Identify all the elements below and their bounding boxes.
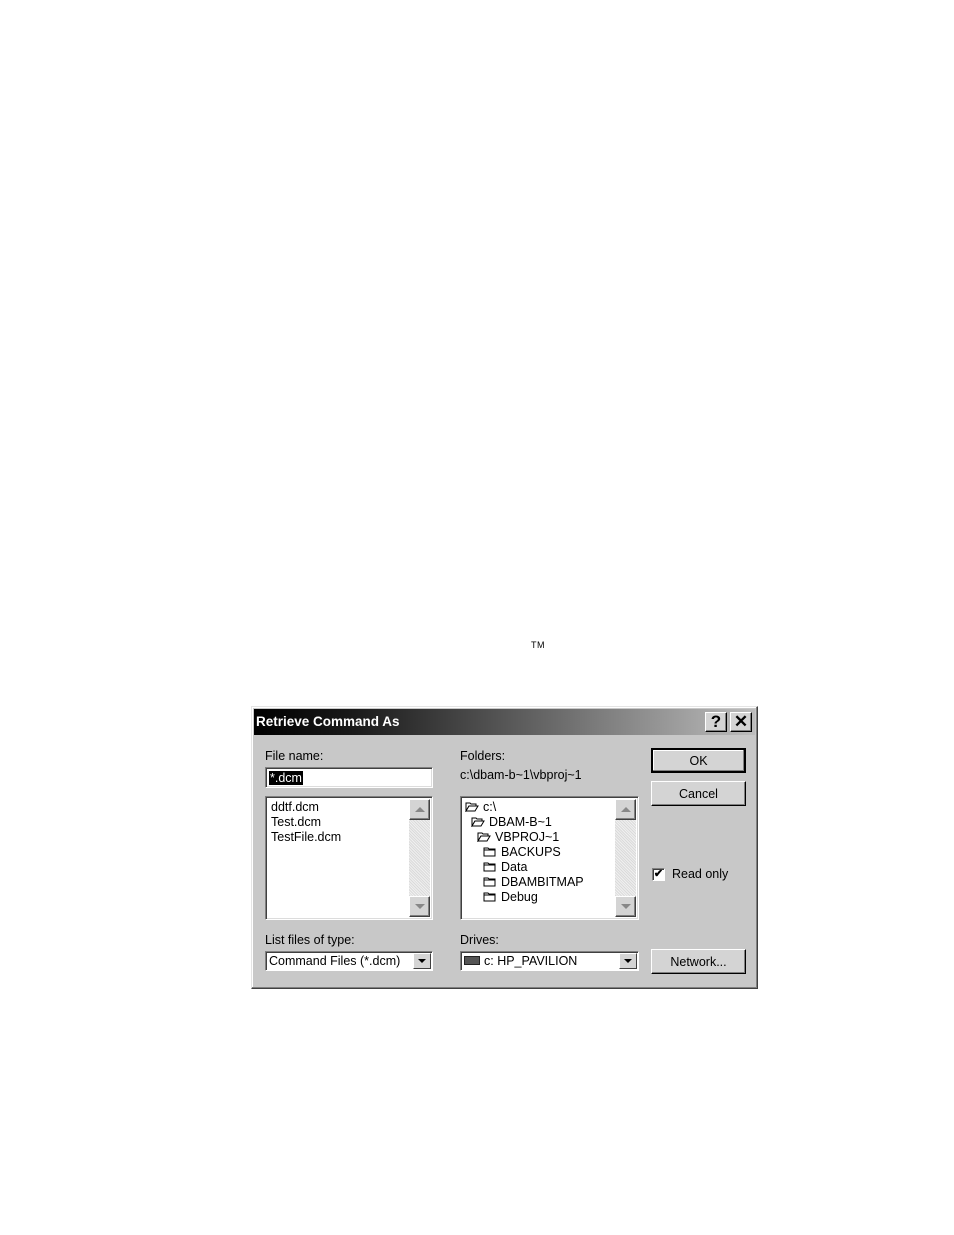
file-list-item[interactable]: Test.dcm xyxy=(271,815,341,830)
scroll-up-button[interactable] xyxy=(409,799,430,820)
dialog-title: Retrieve Command As xyxy=(256,714,400,729)
arrow-up-icon xyxy=(621,807,631,812)
file-name-input[interactable]: *.dcm xyxy=(265,767,433,788)
open-folder-icon xyxy=(471,817,485,828)
folder-tree-item[interactable]: c:\ xyxy=(464,800,584,815)
close-button[interactable]: ✕ xyxy=(730,712,752,732)
checkmark-icon: ✔ xyxy=(653,868,664,880)
help-button[interactable]: ? xyxy=(705,712,727,732)
folders-label: Folders: xyxy=(460,749,506,763)
ok-button[interactable]: OK xyxy=(651,748,746,773)
folder-icon xyxy=(483,877,496,887)
folder-name: c:\ xyxy=(483,800,497,814)
chevron-down-icon xyxy=(418,959,426,963)
file-name-label: File name: xyxy=(265,749,324,763)
current-path: c:\dbam-b~1\vbproj~1 xyxy=(460,768,582,782)
folder-icon xyxy=(483,862,496,872)
file-type-select[interactable]: Command Files (*.dcm) xyxy=(265,951,433,971)
dialog-titlebar[interactable]: Retrieve Command As ? ✕ xyxy=(254,709,755,735)
folder-tree-item[interactable]: BACKUPS xyxy=(464,845,584,860)
file-list[interactable]: ddtf.dcm Test.dcm TestFile.dcm xyxy=(265,796,433,920)
folder-name: Data xyxy=(501,860,528,874)
arrow-up-icon xyxy=(415,807,425,812)
folder-tree-scrollbar[interactable] xyxy=(615,799,636,917)
folder-name: BACKUPS xyxy=(501,845,561,859)
read-only-label[interactable]: Read only xyxy=(672,867,728,881)
trademark-symbol: TM xyxy=(531,640,545,650)
open-folder-icon xyxy=(477,832,491,843)
arrow-down-icon xyxy=(415,904,425,909)
file-list-item[interactable]: ddtf.dcm xyxy=(271,800,341,815)
drive-select[interactable]: c: HP_PAVILION xyxy=(460,951,639,971)
folder-tree-item[interactable]: DBAM-B~1 xyxy=(464,815,584,830)
folder-name: Debug xyxy=(501,890,538,904)
folder-name: DBAMBITMAP xyxy=(501,875,584,889)
chevron-down-icon xyxy=(624,959,632,963)
folder-name: VBPROJ~1 xyxy=(495,830,560,844)
drive-value: c: HP_PAVILION xyxy=(484,954,578,968)
file-name-value: *.dcm xyxy=(269,771,303,785)
file-type-value: Command Files (*.dcm) xyxy=(269,954,401,968)
folder-tree-item[interactable]: DBAMBITMAP xyxy=(464,875,584,890)
file-list-item[interactable]: TestFile.dcm xyxy=(271,830,341,845)
cancel-button[interactable]: Cancel xyxy=(651,781,746,806)
dropdown-button[interactable] xyxy=(413,953,431,969)
open-folder-icon xyxy=(465,802,479,813)
drives-label: Drives: xyxy=(460,933,499,947)
folder-tree-item[interactable]: VBPROJ~1 xyxy=(464,830,584,845)
list-type-label: List files of type: xyxy=(265,933,355,947)
retrieve-command-dialog: Retrieve Command As ? ✕ File name: *.dcm… xyxy=(251,706,758,989)
dropdown-button[interactable] xyxy=(619,953,637,969)
folder-tree-item[interactable]: Debug xyxy=(464,890,584,905)
scroll-down-button[interactable] xyxy=(409,896,430,917)
scroll-up-button[interactable] xyxy=(615,799,636,820)
folder-tree-item[interactable]: Data xyxy=(464,860,584,875)
file-list-scrollbar[interactable] xyxy=(409,799,430,917)
folder-tree[interactable]: c:\ DBAM-B~1 VBPROJ~1 BACKUPS Data DBAMBITMAP… xyxy=(460,796,639,920)
scroll-down-button[interactable] xyxy=(615,896,636,917)
folder-name: DBAM-B~1 xyxy=(489,815,552,829)
folder-icon xyxy=(483,847,496,857)
folder-icon xyxy=(483,892,496,902)
read-only-checkbox[interactable]: ✔ xyxy=(652,868,665,881)
drive-icon xyxy=(464,956,480,965)
network-button[interactable]: Network... xyxy=(651,949,746,974)
arrow-down-icon xyxy=(621,904,631,909)
